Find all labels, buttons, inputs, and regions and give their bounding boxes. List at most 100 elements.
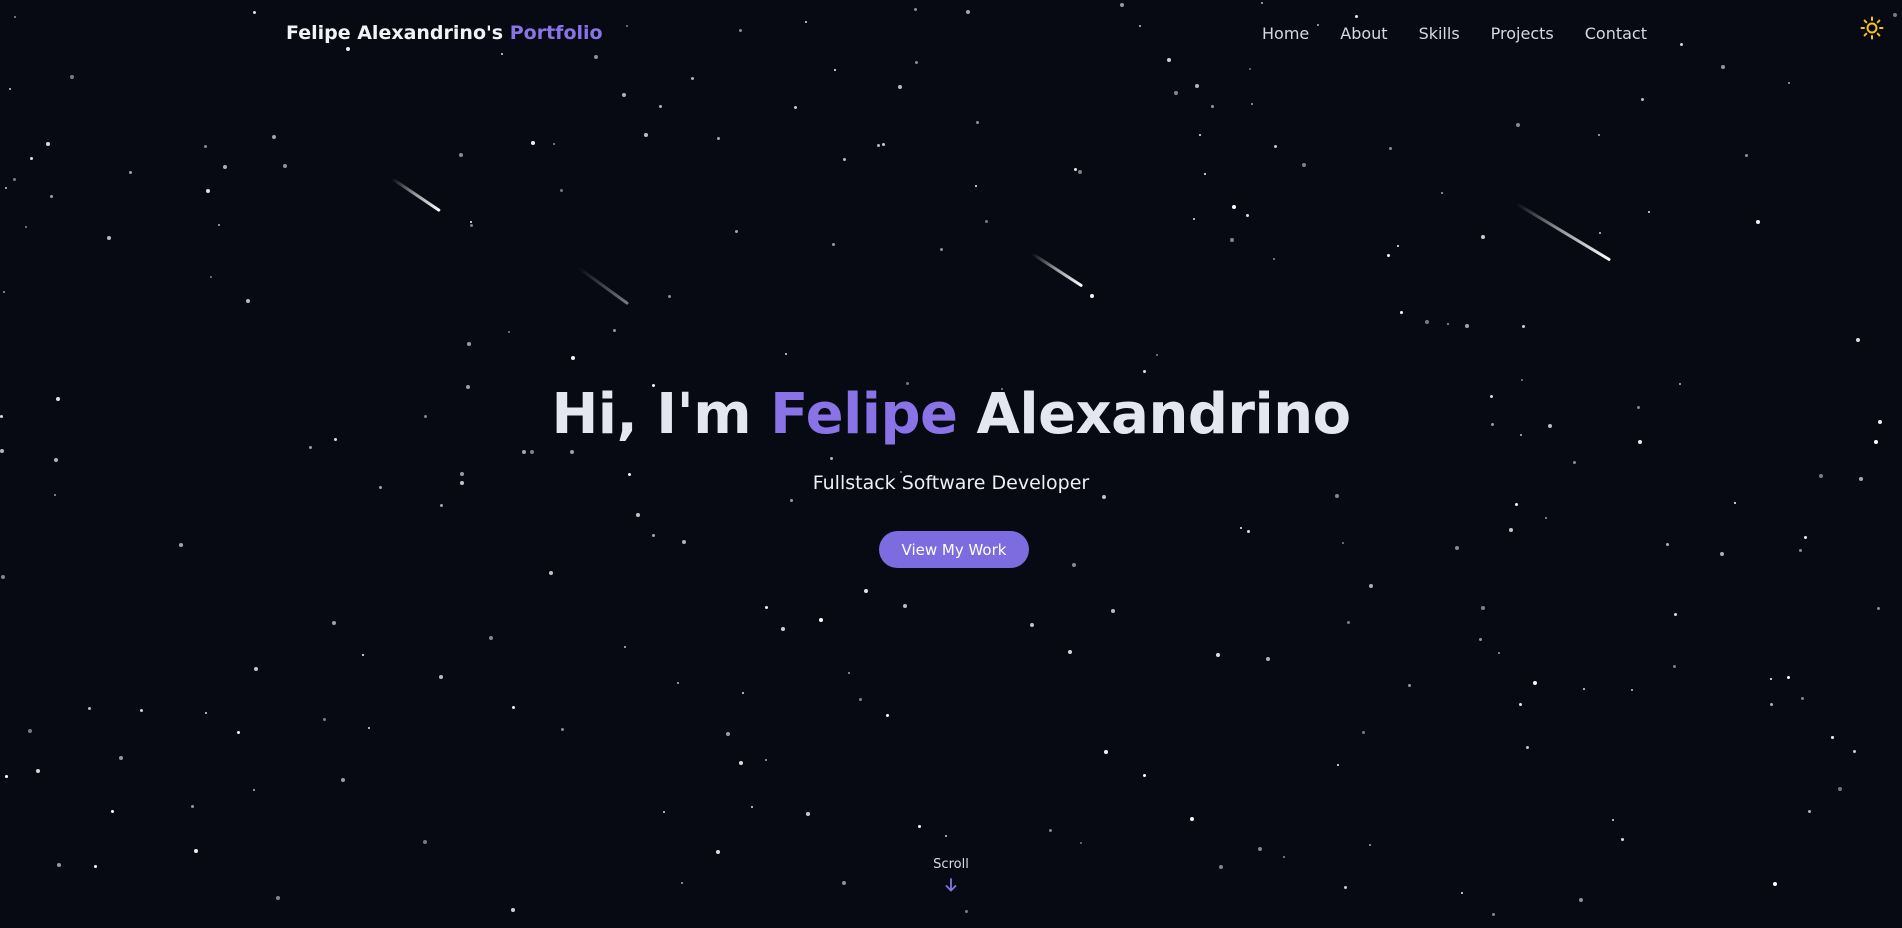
shooting-star bbox=[577, 266, 630, 306]
star bbox=[663, 811, 665, 813]
star bbox=[560, 189, 563, 192]
scroll-indicator[interactable]: Scroll bbox=[0, 857, 1902, 893]
star bbox=[691, 77, 694, 80]
star bbox=[1533, 681, 1537, 685]
star bbox=[223, 165, 227, 169]
brand-logo[interactable]: Felipe Alexandrino's Portfolio bbox=[286, 22, 603, 44]
hero-last-name: Alexandrino bbox=[976, 382, 1352, 447]
star bbox=[1853, 750, 1856, 753]
star bbox=[1, 575, 5, 579]
star bbox=[531, 141, 535, 145]
star bbox=[1102, 495, 1106, 499]
star bbox=[1199, 134, 1201, 136]
star bbox=[1362, 731, 1365, 734]
star bbox=[624, 646, 626, 648]
star bbox=[88, 707, 91, 710]
star bbox=[1808, 810, 1811, 813]
star bbox=[832, 243, 835, 246]
star bbox=[440, 504, 443, 507]
hero-title: Hi, I'm Felipe Alexandrino bbox=[0, 382, 1902, 447]
star bbox=[751, 806, 753, 808]
star bbox=[54, 458, 58, 462]
star bbox=[1522, 325, 1525, 328]
star bbox=[1230, 238, 1234, 242]
star bbox=[1302, 163, 1306, 167]
star bbox=[191, 805, 194, 808]
star bbox=[1258, 847, 1262, 851]
star bbox=[522, 450, 526, 454]
star bbox=[1190, 817, 1194, 821]
star bbox=[423, 840, 427, 844]
star bbox=[1756, 220, 1760, 224]
star bbox=[511, 908, 515, 912]
theme-toggle-button[interactable] bbox=[1858, 14, 1886, 42]
star bbox=[140, 709, 143, 712]
star bbox=[1397, 245, 1399, 247]
star bbox=[332, 621, 336, 625]
star bbox=[1216, 653, 1220, 657]
star bbox=[1049, 829, 1052, 832]
star bbox=[886, 714, 889, 717]
star bbox=[1598, 134, 1600, 136]
star bbox=[1509, 528, 1513, 532]
star bbox=[3, 291, 5, 293]
star bbox=[111, 810, 114, 813]
star bbox=[1621, 838, 1624, 841]
nav-link-skills[interactable]: Skills bbox=[1419, 24, 1460, 43]
star bbox=[218, 224, 220, 226]
star bbox=[0, 449, 4, 453]
star bbox=[1195, 84, 1199, 88]
star bbox=[70, 75, 74, 79]
star bbox=[1573, 461, 1576, 464]
star bbox=[1799, 549, 1802, 552]
star bbox=[1387, 254, 1390, 257]
star bbox=[1641, 98, 1644, 101]
nav-link-home[interactable]: Home bbox=[1262, 24, 1309, 43]
view-my-work-button[interactable]: View My Work bbox=[879, 531, 1029, 568]
star bbox=[570, 450, 574, 454]
star bbox=[1143, 370, 1146, 373]
star bbox=[1455, 546, 1459, 550]
star bbox=[940, 248, 943, 251]
star bbox=[1447, 323, 1449, 325]
star bbox=[1425, 320, 1429, 324]
star bbox=[129, 171, 132, 174]
nav-links: Home About Skills Projects Contact bbox=[1262, 24, 1647, 43]
star bbox=[848, 672, 850, 674]
scroll-label: Scroll bbox=[933, 857, 969, 872]
star bbox=[368, 727, 370, 729]
star bbox=[781, 627, 785, 631]
star bbox=[1612, 819, 1614, 821]
nav-link-contact[interactable]: Contact bbox=[1585, 24, 1647, 43]
star bbox=[985, 220, 988, 223]
star bbox=[530, 450, 534, 454]
star bbox=[1078, 170, 1082, 174]
star bbox=[1273, 258, 1275, 260]
star bbox=[272, 135, 276, 139]
star bbox=[1498, 652, 1500, 654]
star bbox=[882, 143, 885, 146]
star bbox=[553, 143, 555, 145]
star bbox=[877, 144, 880, 147]
star bbox=[13, 178, 16, 181]
shooting-star bbox=[1515, 202, 1612, 262]
star bbox=[1246, 214, 1249, 217]
star bbox=[1720, 552, 1724, 556]
star bbox=[1674, 613, 1677, 616]
star bbox=[1074, 168, 1077, 171]
star bbox=[204, 145, 207, 148]
star bbox=[119, 756, 123, 760]
star bbox=[806, 812, 810, 816]
star bbox=[470, 221, 472, 223]
star bbox=[945, 835, 947, 837]
star bbox=[765, 759, 767, 761]
nav-link-about[interactable]: About bbox=[1340, 24, 1387, 43]
star bbox=[1788, 82, 1790, 84]
star bbox=[323, 718, 326, 721]
star bbox=[1068, 650, 1072, 654]
star bbox=[561, 728, 564, 731]
star bbox=[1347, 621, 1350, 624]
star bbox=[28, 729, 32, 733]
nav-link-projects[interactable]: Projects bbox=[1491, 24, 1554, 43]
star bbox=[1648, 211, 1650, 213]
